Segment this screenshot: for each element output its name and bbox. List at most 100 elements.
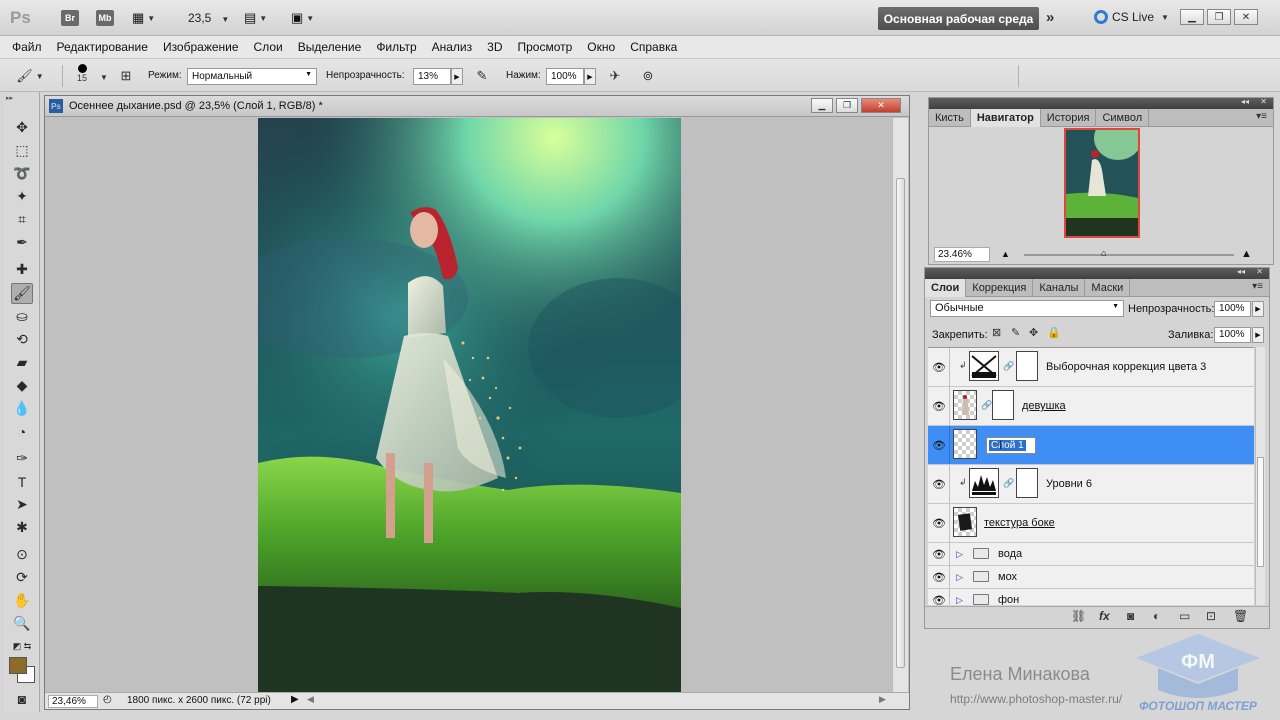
eraser-tool-icon[interactable]: ▰ — [11, 352, 33, 373]
layer-row-selected[interactable]: 👁 Слой 1 I — [928, 426, 1254, 465]
opacity-input[interactable]: 13% — [413, 68, 451, 85]
layer-blend-mode-select[interactable]: Обычные ▼ — [930, 300, 1124, 317]
visibility-eye-icon[interactable]: 👁 — [931, 360, 947, 374]
dodge-tool-icon[interactable]: ◔ — [11, 421, 33, 442]
layer-row[interactable]: 👁 ↲ 🔗 Выборочная коррекция цвета 3 — [928, 348, 1254, 387]
blur-tool-icon[interactable]: 💧 — [11, 398, 33, 419]
lock-transparency-icon[interactable]: ⊠ — [992, 326, 1001, 339]
document-titlebar[interactable]: Ps Осеннее дыхание.psd @ 23,5% (Слой 1, … — [45, 96, 909, 117]
menu-view[interactable]: Просмотр — [517, 40, 579, 54]
clone-stamp-tool-icon[interactable]: ⛀ — [11, 306, 33, 327]
screen-mode-button[interactable]: ▣ ▼ — [291, 8, 314, 28]
minimize-button[interactable]: ▁ — [1180, 9, 1204, 25]
zoom-out-icon[interactable]: ▲ — [1001, 249, 1010, 259]
layer-opacity-input[interactable]: 100% — [1214, 301, 1251, 317]
mask-link-icon[interactable]: 🔗 — [1003, 361, 1014, 372]
hscroll-right-icon[interactable]: ▶ — [879, 694, 886, 705]
tab-adjustments[interactable]: Коррекция — [966, 279, 1034, 297]
menu-file[interactable]: Файл — [12, 40, 49, 54]
layer-style-icon[interactable]: fx — [1099, 609, 1110, 623]
tab-masks[interactable]: Маски — [1085, 279, 1131, 297]
document-zoom-field[interactable]: 23,46% — [48, 695, 98, 708]
visibility-eye-icon[interactable]: 👁 — [931, 547, 947, 561]
brush-picker[interactable]: 15 — [72, 63, 92, 83]
doc-close-button[interactable]: ✕ — [861, 98, 901, 113]
opacity-slider-toggle[interactable]: ▶ — [451, 68, 463, 85]
flow-input[interactable]: 100% — [546, 68, 584, 85]
menu-3d[interactable]: 3D — [487, 40, 509, 54]
canvas-area[interactable] — [46, 118, 891, 692]
history-brush-tool-icon[interactable]: ⟲ — [11, 329, 33, 350]
hscroll-left-icon[interactable]: ◀ — [307, 694, 314, 705]
shape-tool-icon[interactable]: ✱ — [11, 517, 33, 538]
zoom-slider-knob[interactable]: ⌂ — [1101, 248, 1106, 258]
document-vertical-scrollbar[interactable] — [892, 118, 908, 692]
vertical-scroll-thumb[interactable] — [896, 178, 905, 668]
expand-group-icon[interactable]: ▷ — [956, 595, 963, 605]
layer-name[interactable]: Уровни 6 — [1046, 478, 1092, 490]
visibility-eye-icon[interactable]: 👁 — [931, 399, 947, 413]
quick-selection-tool-icon[interactable]: ✦ — [11, 186, 33, 207]
mask-link-icon[interactable]: 🔗 — [1003, 478, 1014, 489]
flow-slider-toggle[interactable]: ▶ — [584, 68, 596, 85]
brush-tool-preset-picker[interactable]: 🖌 ▼ — [16, 66, 43, 86]
brush-tool-icon[interactable]: 🖌 — [11, 283, 33, 304]
lock-pixels-icon[interactable]: ✎ — [1011, 326, 1020, 339]
more-workspaces-icon[interactable]: » — [1046, 9, 1054, 26]
spot-healing-tool-icon[interactable]: ✚ — [11, 259, 33, 280]
mini-bridge-button[interactable]: Mb — [95, 8, 115, 28]
type-tool-icon[interactable]: T — [11, 471, 33, 492]
artwork-canvas[interactable] — [258, 118, 681, 692]
panel-menu-icon[interactable]: ▾≡ — [1256, 111, 1267, 122]
tab-character[interactable]: Символ — [1096, 109, 1150, 127]
tab-channels[interactable]: Каналы — [1033, 279, 1086, 297]
default-colors-icon[interactable]: ◩ ⇆ — [11, 636, 33, 657]
crop-tool-icon[interactable]: ⌗ — [11, 209, 33, 230]
link-layers-icon[interactable]: ⛓ — [1071, 609, 1086, 623]
pressure-opacity-toggle[interactable]: ✎ — [472, 66, 492, 86]
new-group-icon[interactable]: ▭ — [1179, 609, 1190, 623]
collapse-icon[interactable]: ▸▸ — [6, 94, 13, 102]
visibility-eye-icon[interactable]: 👁 — [931, 477, 947, 491]
workspace-switcher[interactable]: Основная рабочая среда — [878, 7, 1039, 30]
group-name[interactable]: фон — [998, 594, 1019, 605]
layer-group-row[interactable]: 👁 ▷ вода — [928, 543, 1254, 566]
group-name[interactable]: мох — [998, 571, 1017, 583]
menu-layer[interactable]: Слои — [254, 40, 290, 54]
tab-history[interactable]: История — [1041, 109, 1097, 127]
menu-analysis[interactable]: Анализ — [432, 40, 480, 54]
path-selection-tool-icon[interactable]: ➤ — [11, 494, 33, 515]
layer-row[interactable]: 👁 текстура боке — [928, 504, 1254, 543]
doc-maximize-button[interactable]: ❐ — [836, 98, 858, 113]
layer-name[interactable]: девушка — [1022, 400, 1066, 412]
new-layer-icon[interactable]: ⊡ — [1206, 609, 1216, 623]
new-adjustment-icon[interactable]: ◐ — [1153, 609, 1160, 623]
layer-mask-thumbnail[interactable] — [1016, 351, 1038, 381]
menu-filter[interactable]: Фильтр — [376, 40, 423, 54]
layer-row[interactable]: 👁 ↲ 🔗 Уровни 6 — [928, 465, 1254, 504]
navigator-zoom-slider[interactable] — [1024, 254, 1234, 256]
lock-position-icon[interactable]: ✥ — [1029, 326, 1038, 339]
menu-edit[interactable]: Редактирование — [57, 40, 155, 54]
move-tool-icon[interactable]: ✥ — [11, 117, 33, 138]
fill-input[interactable]: 100% — [1214, 327, 1251, 343]
brush-panel-toggle[interactable]: ⊞ — [116, 66, 136, 86]
visibility-eye-icon[interactable]: 👁 — [931, 516, 947, 530]
fill-arrow[interactable]: ▶ — [1252, 327, 1264, 343]
visibility-eye-icon[interactable]: 👁 — [931, 570, 947, 584]
pressure-size-toggle[interactable]: ⊚ — [638, 66, 658, 86]
quick-mask-icon[interactable]: ◙ — [11, 688, 33, 709]
view-extras-button[interactable]: ▦ ▼ — [132, 8, 155, 28]
tab-brush[interactable]: Кисть — [929, 109, 971, 127]
layer-name[interactable]: текстура боке — [984, 517, 1055, 529]
group-name[interactable]: вода — [998, 548, 1022, 560]
menu-window[interactable]: Окно — [587, 40, 622, 54]
arrange-documents-button[interactable]: ▤ ▼ — [244, 8, 267, 28]
3d-rotate-tool-icon[interactable]: ⊙ — [11, 544, 33, 565]
bridge-button[interactable]: Br — [60, 8, 80, 28]
layer-opacity-arrow[interactable]: ▶ — [1252, 301, 1264, 317]
add-mask-icon[interactable]: ◙ — [1127, 609, 1134, 623]
navigator-zoom-field[interactable]: 23.46% — [934, 247, 990, 262]
pen-tool-icon[interactable]: ✑ — [11, 448, 33, 469]
tab-layers[interactable]: Слои — [925, 279, 967, 297]
